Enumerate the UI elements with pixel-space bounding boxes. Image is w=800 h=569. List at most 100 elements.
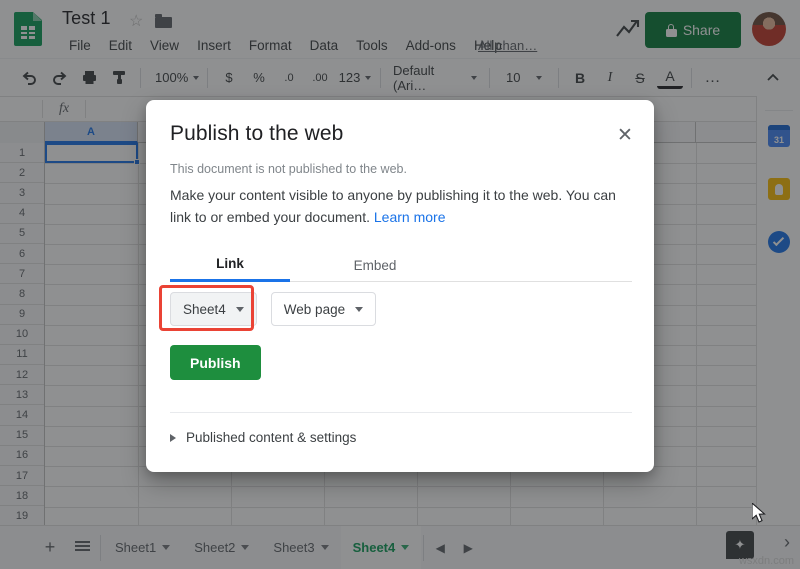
row-header-2[interactable]: 2 xyxy=(0,163,44,183)
star-icon[interactable]: ☆ xyxy=(129,14,145,30)
zoom-selector[interactable]: 100% xyxy=(149,65,199,91)
active-cell-a1[interactable] xyxy=(45,143,138,163)
trending-up-icon[interactable] xyxy=(615,18,641,40)
row-header-15[interactable]: 15 xyxy=(0,426,44,446)
select-all-corner[interactable] xyxy=(0,122,45,143)
row-header-13[interactable]: 13 xyxy=(0,385,44,405)
chevron-up-icon[interactable] xyxy=(760,65,786,91)
sheet-tab-sheet2[interactable]: Sheet2 xyxy=(182,526,261,569)
all-changes-saved-label[interactable]: All chan… xyxy=(478,38,537,53)
row-header-18[interactable]: 18 xyxy=(0,486,44,506)
grid-column-line xyxy=(696,143,697,525)
row-header-12[interactable]: 12 xyxy=(0,365,44,385)
row-header-6[interactable]: 6 xyxy=(0,244,44,264)
calendar-icon-label: 31 xyxy=(774,135,784,145)
increase-decimal-button[interactable]: .00 xyxy=(306,65,334,91)
row-header-column: 1234567891011121314151617181920 xyxy=(0,143,45,525)
format-select[interactable]: Web page xyxy=(271,292,376,326)
font-size-selector[interactable]: 10 xyxy=(498,65,550,91)
chevron-down-icon[interactable] xyxy=(401,545,409,550)
sheet-tab-sheet1[interactable]: Sheet1 xyxy=(103,526,182,569)
calendar-icon[interactable]: 31 xyxy=(768,125,790,147)
decrease-decimal-button[interactable]: .0 xyxy=(276,65,302,91)
chevron-down-icon[interactable] xyxy=(241,545,249,550)
menu-item-insert[interactable]: Insert xyxy=(188,36,240,55)
row-header-5[interactable]: 5 xyxy=(0,224,44,244)
menu-item-file[interactable]: File xyxy=(60,36,100,55)
avatar[interactable] xyxy=(752,12,786,46)
chevron-down-icon xyxy=(471,76,477,80)
row-header-8[interactable]: 8 xyxy=(0,284,44,304)
row-header-11[interactable]: 11 xyxy=(0,345,44,365)
sheets-logo-icon[interactable] xyxy=(14,12,42,46)
learn-more-link[interactable]: Learn more xyxy=(374,209,446,225)
row-header-9[interactable]: 9 xyxy=(0,305,44,325)
document-title[interactable]: Test 1 xyxy=(62,8,111,29)
title-bar: Test 1 ☆ File Edit View Insert Format Da… xyxy=(0,0,800,58)
row-header-19[interactable]: 19 xyxy=(0,506,44,525)
currency-format-button[interactable]: $ xyxy=(216,65,242,91)
sheet-tab-sheet3[interactable]: Sheet3 xyxy=(261,526,340,569)
column-header-a[interactable]: A xyxy=(45,122,138,143)
published-content-settings-toggle[interactable]: Published content & settings xyxy=(170,430,356,445)
sheet-tab-sheet4[interactable]: Sheet4 xyxy=(341,526,422,569)
fx-icon: fx xyxy=(43,101,85,117)
next-sheet-arrow[interactable]: ▶ xyxy=(454,534,482,562)
row-header-4[interactable]: 4 xyxy=(0,204,44,224)
sheet-select[interactable]: Sheet4 xyxy=(170,292,257,326)
undo-icon[interactable] xyxy=(16,65,42,91)
more-options-button[interactable]: … xyxy=(700,65,726,91)
row-header-7[interactable]: 7 xyxy=(0,264,44,284)
chevron-down-icon xyxy=(193,76,199,80)
dialog-divider xyxy=(170,412,632,413)
strikethrough-button[interactable]: S xyxy=(627,65,653,91)
close-icon[interactable]: ✕ xyxy=(612,122,638,148)
menu-item-edit[interactable]: Edit xyxy=(100,36,141,55)
tasks-icon[interactable] xyxy=(768,231,790,253)
expand-panel-chevron-icon[interactable]: › xyxy=(784,532,790,553)
prev-sheet-arrow[interactable]: ◀ xyxy=(426,534,454,562)
row-header-16[interactable]: 16 xyxy=(0,446,44,466)
tab-embed[interactable]: Embed xyxy=(315,248,435,282)
folder-icon[interactable] xyxy=(155,14,172,28)
publish-button[interactable]: Publish xyxy=(170,345,261,380)
bold-button[interactable]: B xyxy=(567,65,593,91)
mouse-cursor xyxy=(752,503,768,530)
chevron-down-icon xyxy=(365,76,371,80)
more-formats-button[interactable]: 123 xyxy=(338,65,372,91)
redo-icon[interactable] xyxy=(46,65,72,91)
tab-link[interactable]: Link xyxy=(170,248,290,282)
font-size-value: 10 xyxy=(506,70,520,85)
lock-icon xyxy=(666,24,677,37)
chevron-right-icon xyxy=(170,434,176,442)
menu-item-view[interactable]: View xyxy=(141,36,188,55)
paint-format-icon[interactable] xyxy=(106,65,132,91)
font-family-selector[interactable]: Default (Ari… xyxy=(389,65,481,91)
row-header-3[interactable]: 3 xyxy=(0,183,44,203)
chevron-down-icon[interactable] xyxy=(321,545,329,550)
menu-item-format[interactable]: Format xyxy=(240,36,301,55)
menu-item-addons[interactable]: Add-ons xyxy=(397,36,465,55)
watermark: wsxdn.com xyxy=(739,555,794,567)
grid-column-line xyxy=(138,143,139,525)
share-button-label: Share xyxy=(683,22,720,38)
row-header-1[interactable]: 1 xyxy=(0,143,44,163)
format-select-value: Web page xyxy=(284,302,345,317)
share-button[interactable]: Share xyxy=(645,12,741,48)
print-icon[interactable] xyxy=(76,65,102,91)
menu-bar: File Edit View Insert Format Data Tools … xyxy=(60,36,511,55)
percent-format-button[interactable]: % xyxy=(246,65,272,91)
chevron-down-icon[interactable] xyxy=(162,545,170,550)
all-sheets-icon[interactable] xyxy=(66,532,98,564)
chevron-down-icon xyxy=(355,307,363,312)
row-header-10[interactable]: 10 xyxy=(0,325,44,345)
add-sheet-button[interactable]: + xyxy=(34,532,66,564)
row-header-14[interactable]: 14 xyxy=(0,405,44,425)
publish-to-web-dialog: Publish to the web ✕ This document is no… xyxy=(146,100,654,472)
menu-item-data[interactable]: Data xyxy=(301,36,348,55)
text-color-button[interactable]: A xyxy=(657,67,683,89)
keep-icon[interactable] xyxy=(768,178,790,200)
menu-item-tools[interactable]: Tools xyxy=(347,36,397,55)
row-header-17[interactable]: 17 xyxy=(0,466,44,486)
italic-button[interactable]: I xyxy=(597,65,623,91)
